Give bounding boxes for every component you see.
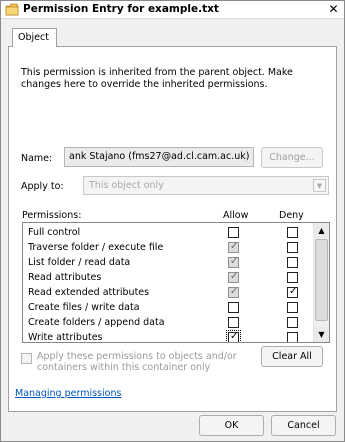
deny-checkbox[interactable] <box>287 257 298 268</box>
permission-row: Traverse folder / execute file ✓ <box>23 240 313 256</box>
permission-row: Read extended attributes ✓ ✓ <box>23 285 313 301</box>
name-label: Name: <box>21 153 53 164</box>
dropdown-arrow-icon[interactable]: ▼ <box>313 179 326 192</box>
check-icon: ✓ <box>230 331 239 342</box>
check-icon: ✓ <box>230 286 239 297</box>
permission-name: Full control <box>28 227 81 238</box>
permission-row: Write attributes ✓ <box>23 330 313 343</box>
deny-checkbox[interactable] <box>287 272 298 283</box>
ok-button[interactable]: OK <box>199 415 264 436</box>
clear-all-button[interactable]: Clear All <box>261 346 323 367</box>
deny-checkbox[interactable] <box>287 302 298 313</box>
permission-row: Create folders / append data <box>23 315 313 331</box>
cancel-button[interactable]: Cancel <box>271 415 336 436</box>
close-button[interactable]: ✕ <box>326 2 341 17</box>
allow-checkbox[interactable]: ✓ <box>228 286 239 298</box>
permission-name: Read attributes <box>28 272 102 283</box>
permission-name: Traverse folder / execute file <box>28 242 164 253</box>
permissions-header: Permissions: <box>22 210 82 221</box>
permissions-list: Full control Traverse folder / execute fi… <box>22 222 330 343</box>
window-title: Permission Entry for example.txt <box>23 3 219 15</box>
permission-name: Create folders / append data <box>28 317 165 328</box>
check-icon: ✓ <box>230 256 239 267</box>
apply-to-select[interactable]: This object only ▼ <box>83 176 329 195</box>
allow-header: Allow <box>223 210 249 221</box>
check-icon: ✓ <box>230 271 239 282</box>
deny-checkbox[interactable] <box>287 242 298 253</box>
allow-checkbox[interactable] <box>228 317 239 328</box>
permission-row: Read attributes ✓ <box>23 270 313 286</box>
name-field[interactable]: ank Stajano (fms27@ad.cl.cam.ac.uk) <box>64 147 254 167</box>
permission-row: Full control <box>23 225 313 241</box>
permission-name: List folder / read data <box>28 257 131 268</box>
allow-checkbox[interactable]: ✓ <box>228 256 239 268</box>
permission-name: Read extended attributes <box>28 287 150 298</box>
change-button[interactable]: Change... <box>261 147 323 168</box>
title-bar: Permission Entry for example.txt ✕ <box>1 1 344 19</box>
tab-object[interactable]: Object <box>12 28 57 47</box>
managing-permissions-link[interactable]: Managing permissions <box>15 388 121 399</box>
permission-row: List folder / read data ✓ <box>23 255 313 271</box>
permission-entry-dialog: Permission Entry for example.txt ✕ Objec… <box>0 0 345 442</box>
folder-icon <box>5 3 19 16</box>
allow-checkbox[interactable] <box>228 227 239 238</box>
check-icon: ✓ <box>289 286 298 297</box>
check-icon: ✓ <box>230 241 239 252</box>
scroll-down-icon[interactable]: ▼ <box>314 327 329 342</box>
permission-name: Create files / write data <box>28 302 140 313</box>
apply-to-label: Apply to: <box>21 181 64 192</box>
permissions-scrollbar[interactable]: ▲ ▼ <box>313 223 329 342</box>
deny-checkbox[interactable]: ✓ <box>287 286 298 298</box>
deny-checkbox[interactable] <box>287 317 298 328</box>
deny-checkbox[interactable] <box>287 227 298 238</box>
deny-checkbox[interactable] <box>287 332 298 342</box>
allow-checkbox[interactable] <box>228 302 239 313</box>
allow-checkbox[interactable]: ✓ <box>228 241 239 253</box>
allow-checkbox[interactable]: ✓ <box>226 330 241 342</box>
scroll-up-icon[interactable]: ▲ <box>314 223 329 238</box>
apply-to-children-checkbox[interactable] <box>21 353 32 364</box>
deny-header: Deny <box>279 210 304 221</box>
permission-row: Create files / write data <box>23 300 313 316</box>
apply-to-children-label: Apply these permissions to objects and/o… <box>37 351 237 373</box>
allow-checkbox[interactable]: ✓ <box>228 271 239 283</box>
scroll-thumb[interactable] <box>315 239 328 321</box>
inheritance-notice: This permission is inherited from the pa… <box>21 67 293 90</box>
apply-to-value: This object only <box>89 180 164 191</box>
permission-name: Write attributes <box>28 332 103 343</box>
